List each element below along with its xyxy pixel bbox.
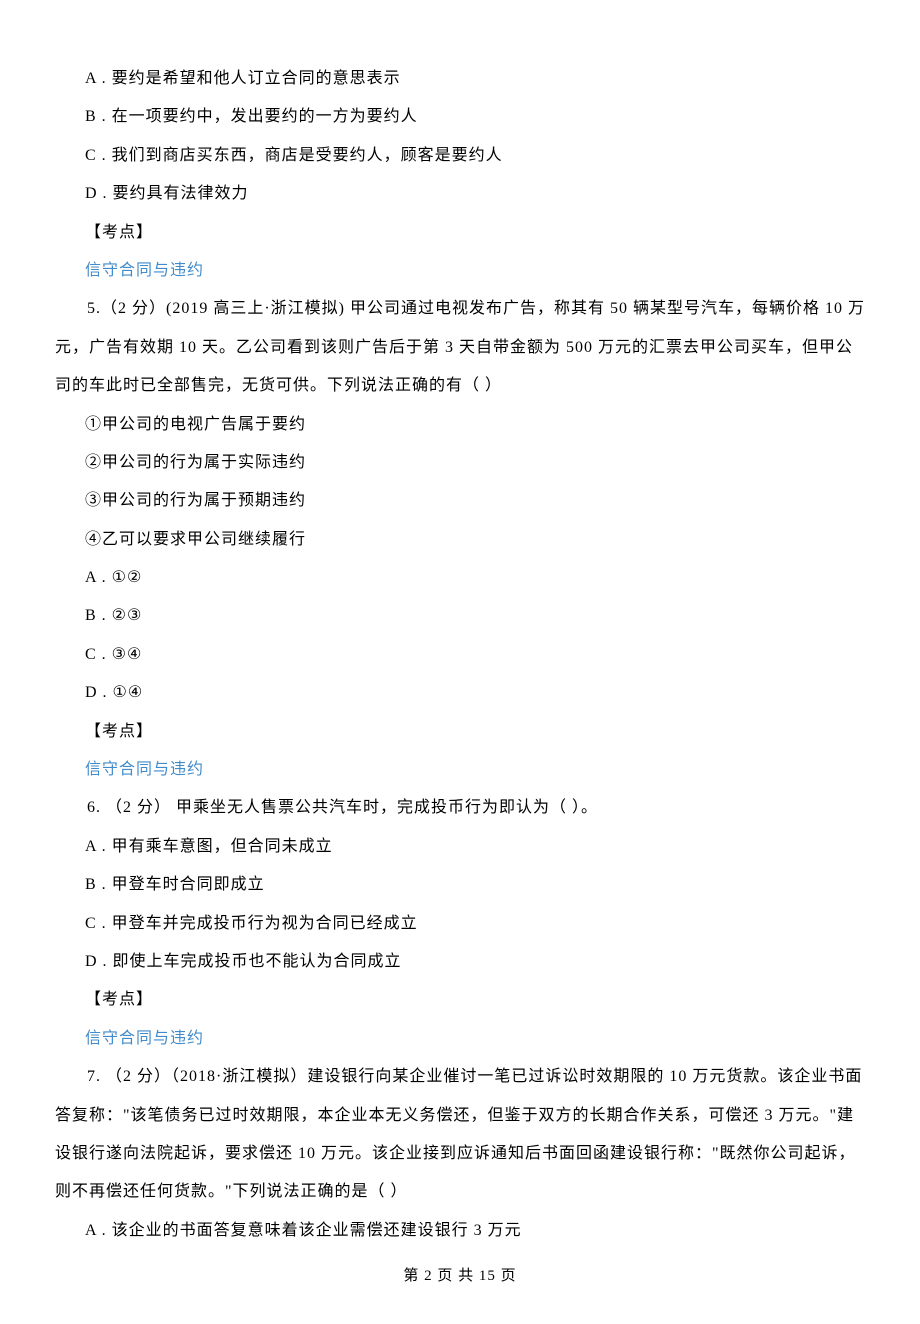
q5-option-b: B . ②③ [55, 597, 865, 635]
q5-statement-4: ④乙可以要求甲公司继续履行 [55, 521, 865, 559]
q4-option-b: B . 在一项要约中，发出要约的一方为要约人 [55, 98, 865, 136]
q6-exam-point-label: 【考点】 [55, 981, 865, 1019]
q5-statement-1: ①甲公司的电视广告属于要约 [55, 406, 865, 444]
q6-text: 6. （2 分） 甲乘坐无人售票公共汽车时，完成投币行为即认为（ ）。 [55, 789, 865, 827]
q5-option-a: A . ①② [55, 559, 865, 597]
q5-statement-3: ③甲公司的行为属于预期违约 [55, 482, 865, 520]
q6-topic-link[interactable]: 信守合同与违约 [55, 1020, 865, 1058]
q6-option-a: A . 甲有乘车意图，但合同未成立 [55, 828, 865, 866]
page-footer: 第 2 页 共 15 页 [55, 1258, 865, 1294]
q7-option-a: A . 该企业的书面答复意味着该企业需偿还建设银行 3 万元 [55, 1212, 865, 1250]
q4-exam-point-label: 【考点】 [55, 214, 865, 252]
q5-option-d: D . ①④ [55, 674, 865, 712]
q6-option-c: C . 甲登车并完成投币行为视为合同已经成立 [55, 905, 865, 943]
q4-option-c: C . 我们到商店买东西，商店是受要约人，顾客是要约人 [55, 137, 865, 175]
q7-text: 7. （2 分）（2018·浙江模拟）建设银行向某企业催讨一笔已过诉讼时效期限的… [55, 1058, 865, 1212]
q5-topic-link[interactable]: 信守合同与违约 [55, 751, 865, 789]
q4-option-d: D . 要约具有法律效力 [55, 175, 865, 213]
q5-text: 5.（2 分）(2019 高三上·浙江模拟) 甲公司通过电视发布广告，称其有 5… [55, 290, 865, 405]
q4-option-a: A . 要约是希望和他人订立合同的意思表示 [55, 60, 865, 98]
q5-exam-point-label: 【考点】 [55, 713, 865, 751]
q6-option-d: D . 即使上车完成投币也不能认为合同成立 [55, 943, 865, 981]
q5-option-c: C . ③④ [55, 636, 865, 674]
q4-topic-link[interactable]: 信守合同与违约 [55, 252, 865, 290]
q5-statement-2: ②甲公司的行为属于实际违约 [55, 444, 865, 482]
q6-option-b: B . 甲登车时合同即成立 [55, 866, 865, 904]
